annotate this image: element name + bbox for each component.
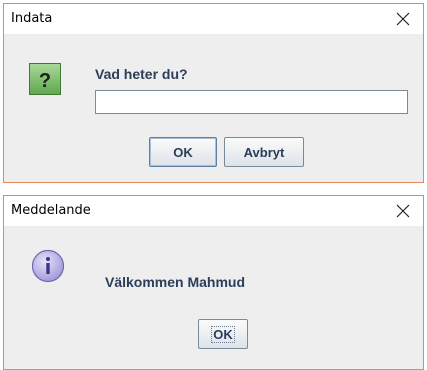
input-dialog-titlebar[interactable]: Indata [4,4,423,34]
input-dialog-title: Indata [11,11,53,26]
cancel-button[interactable]: Avbryt [224,137,304,167]
ok-button[interactable]: OK [149,137,217,167]
message-dialog: Meddelande Välkommen Mahmud OK [3,195,424,370]
message-ok-button-label: OK [211,325,235,343]
input-dialog: Indata ? Vad heter du? OK Avbryt [3,3,424,183]
input-dialog-close-button[interactable] [383,4,423,34]
question-icon: ? [29,63,61,95]
message-dialog-close-button[interactable] [383,196,423,226]
close-icon [396,12,410,26]
message-ok-button[interactable]: OK [198,319,248,349]
info-icon [31,249,65,283]
message-dialog-titlebar[interactable]: Meddelande [4,196,423,226]
message-dialog-title: Meddelande [11,203,91,218]
close-icon [396,204,410,218]
ok-button-label: OK [173,144,193,160]
message-text: Välkommen Mahmud [105,274,246,290]
cancel-button-label: Avbryt [243,144,285,160]
svg-text:?: ? [39,70,51,92]
name-input[interactable] [95,90,408,114]
input-prompt-label: Vad heter du? [95,66,188,82]
